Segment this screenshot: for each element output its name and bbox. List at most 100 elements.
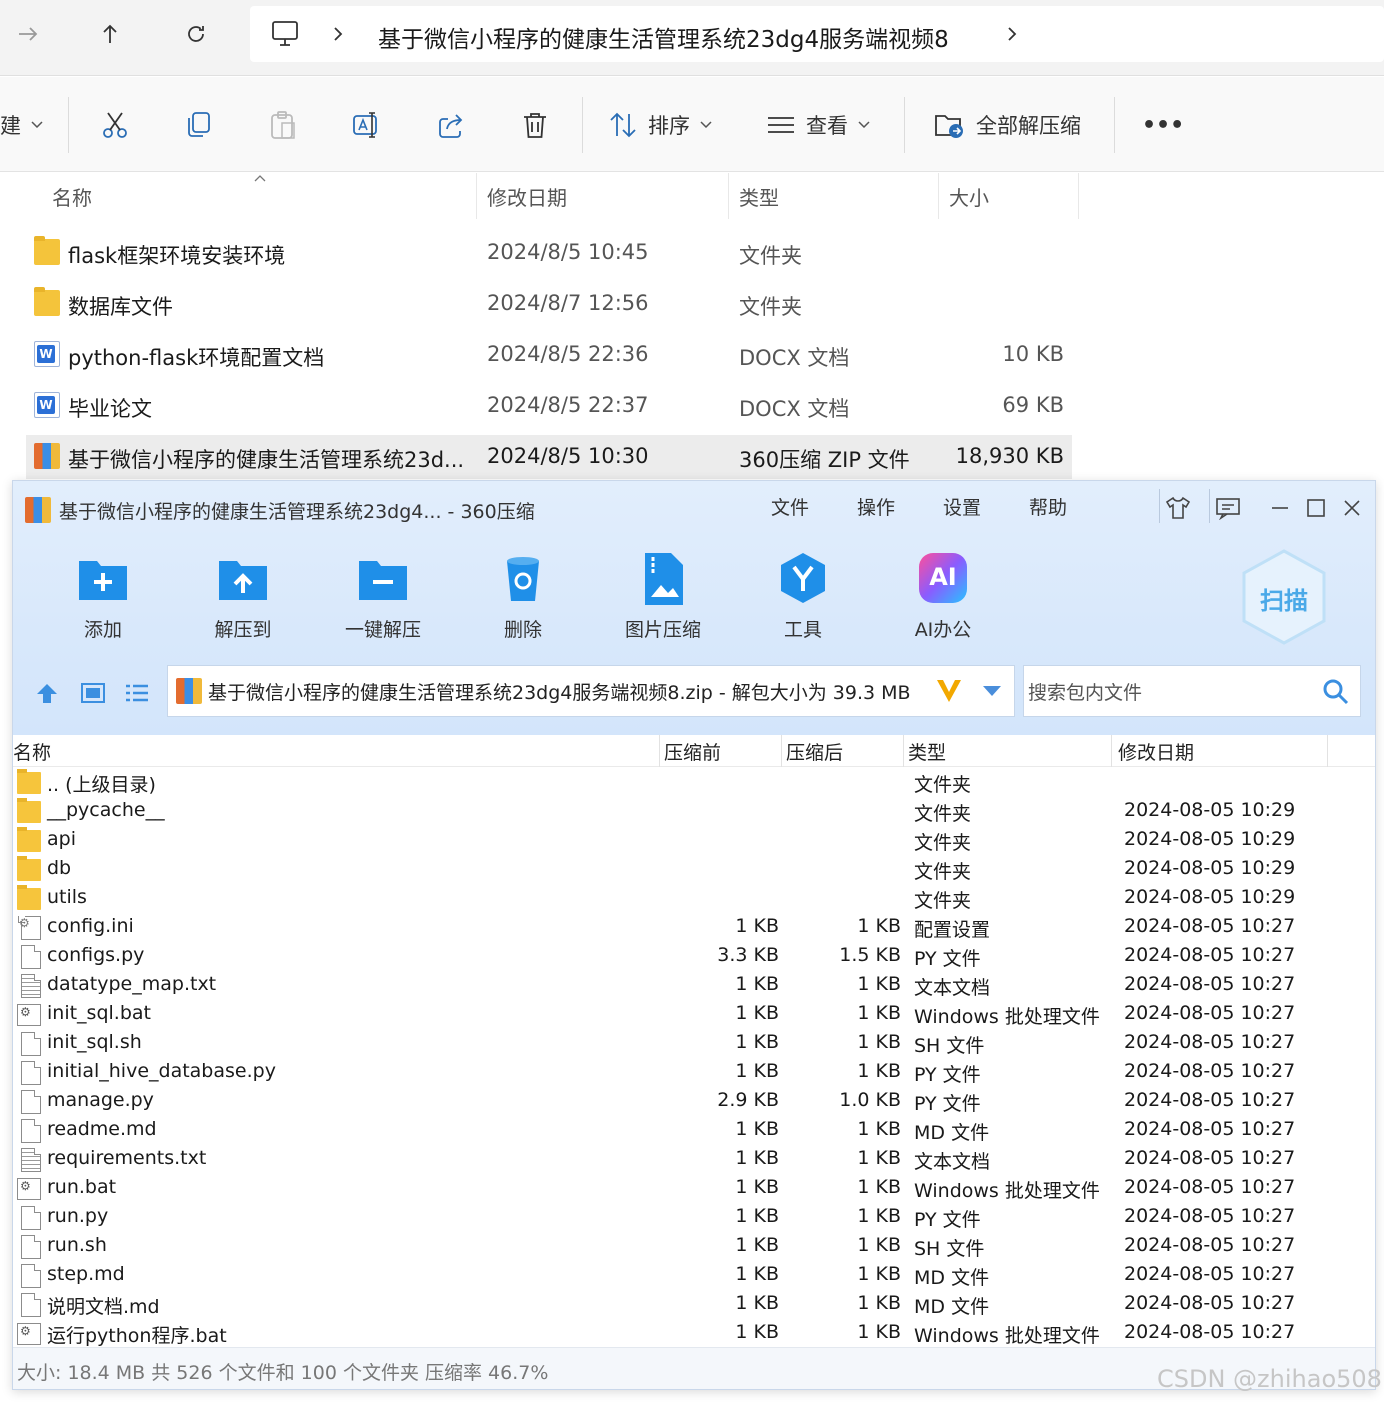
cut-button[interactable] xyxy=(100,103,130,147)
image-compress-tool-button[interactable]: 图片压缩 xyxy=(603,551,723,642)
tools-tool-button[interactable]: 工具 xyxy=(743,551,863,642)
arrow-up-icon xyxy=(37,684,57,703)
extract-all-button[interactable]: 全部解压缩 xyxy=(934,103,1081,147)
menu-help[interactable]: 帮助 xyxy=(1029,493,1067,520)
v-logo-icon[interactable] xyxy=(934,676,964,706)
column-divider[interactable] xyxy=(903,735,904,767)
feedback-button[interactable] xyxy=(1211,491,1245,525)
column-header-size[interactable]: 大小 xyxy=(949,173,1079,219)
archive-file-row[interactable]: step.md 1 KB 1 KB MD 文件 2024-08-05 10:27 xyxy=(13,1262,1375,1291)
forward-button[interactable] xyxy=(8,14,48,54)
ai-office-tool-button[interactable]: AI AI办公 xyxy=(883,551,1003,642)
archive-file-row[interactable]: datatype_map.txt 1 KB 1 KB 文本文档 2024-08-05 1… xyxy=(13,972,1375,1001)
column-header-type[interactable]: 类型 xyxy=(739,173,939,219)
column-divider[interactable] xyxy=(476,173,477,219)
archive-file-date: 2024-08-05 10:27 xyxy=(1124,944,1296,966)
rename-button[interactable] xyxy=(352,103,382,147)
new-button[interactable]: 建 xyxy=(0,103,43,147)
archive-file-row[interactable]: __pycache__ 文件夹 2024-08-05 10:29 xyxy=(13,798,1375,827)
search-icon[interactable] xyxy=(1322,678,1350,706)
delete-tool-button[interactable]: 删除 xyxy=(463,551,583,642)
column-divider[interactable] xyxy=(938,173,939,219)
archive-file-name: __pycache__ xyxy=(47,799,165,821)
column-divider[interactable] xyxy=(728,173,729,219)
scan-button[interactable]: 扫描 xyxy=(1241,549,1327,645)
copy-button[interactable] xyxy=(184,103,214,147)
sort-button[interactable]: 排序 xyxy=(608,103,712,147)
archive-file-row[interactable]: readme.md 1 KB 1 KB MD 文件 2024-08-05 10:27 xyxy=(13,1117,1375,1146)
file-row[interactable]: 数据库文件 2024/8/7 12:56 文件夹 xyxy=(26,282,1072,326)
archive-file-row[interactable]: db 文件夹 2024-08-05 10:29 xyxy=(13,856,1375,885)
archive-file-row[interactable]: api 文件夹 2024-08-05 10:29 xyxy=(13,827,1375,856)
archive-file-row[interactable]: manage.py 2.9 KB 1.0 KB PY 文件 2024-08-05 10:… xyxy=(13,1088,1375,1117)
thumbnail-view-button[interactable] xyxy=(77,677,109,709)
archive-file-row[interactable]: run.sh 1 KB 1 KB SH 文件 2024-08-05 10:27 xyxy=(13,1233,1375,1262)
delete-button[interactable] xyxy=(520,103,550,147)
file-row[interactable]: python-flask环境配置文档 2024/8/5 22:36 DOCX 文档 1… xyxy=(26,333,1072,377)
one-click-extract-tool-button[interactable]: 一键解压 xyxy=(323,551,443,642)
add-tool-button[interactable]: 添加 xyxy=(43,551,163,642)
archive-size-before: 1 KB xyxy=(735,1118,779,1140)
archive-path-box[interactable]: 基于微信小程序的健康生活管理系统23dg4服务端视频8.zip - 解包大小为 … xyxy=(167,665,1015,717)
archive-file-date: 2024-08-05 10:27 xyxy=(1124,1089,1296,1111)
archive-file-name: datatype_map.txt xyxy=(47,973,217,995)
refresh-button[interactable] xyxy=(176,14,216,54)
zip-icon xyxy=(34,443,60,469)
skin-button[interactable] xyxy=(1161,491,1195,525)
archive-size-before: 1 KB xyxy=(735,1205,779,1227)
explorer-file-list: 名称 修改日期 类型 大小 flask框架环境安装环境 2024/8/5 10:4… xyxy=(0,173,1384,483)
column-header-type[interactable]: 类型 xyxy=(908,738,946,765)
archive-file-row[interactable]: init_sql.bat 1 KB 1 KB Windows 批处理文件 2024-08… xyxy=(13,1001,1375,1030)
archive-file-row[interactable]: 运行python程序.bat 1 KB 1 KB Windows 批处理文件 2024-… xyxy=(13,1320,1375,1349)
list-view-button[interactable] xyxy=(121,677,153,709)
archive-file-row[interactable]: config.ini 1 KB 1 KB 配置设置 2024-08-05 10:27 xyxy=(13,914,1375,943)
file-row[interactable]: flask框架环境安装环境 2024/8/5 10:45 文件夹 xyxy=(26,231,1072,275)
up-button[interactable] xyxy=(90,14,130,54)
archive-file-row[interactable]: run.bat 1 KB 1 KB Windows 批处理文件 2024-08-05 1… xyxy=(13,1175,1375,1204)
archive-file-row[interactable]: configs.py 3.3 KB 1.5 KB PY 文件 2024-08-05 10… xyxy=(13,943,1375,972)
column-divider[interactable] xyxy=(1111,735,1112,767)
column-divider[interactable] xyxy=(1327,735,1328,767)
column-header-before[interactable]: 压缩前 xyxy=(664,738,721,765)
search-input[interactable]: 搜索包内文件 xyxy=(1023,665,1361,717)
close-button[interactable] xyxy=(1335,491,1369,525)
column-header-date[interactable]: 修改日期 xyxy=(487,173,727,219)
archive-file-row[interactable]: 说明文档.md 1 KB 1 KB MD 文件 2024-08-05 10:27 xyxy=(13,1291,1375,1320)
archive-size-after: 1 KB xyxy=(857,1031,901,1053)
column-divider[interactable] xyxy=(1078,173,1079,219)
zip360-header: 基于微信小程序的健康生活管理系统23dg4... - 360压缩 文件 操作 设… xyxy=(13,481,1375,735)
view-button[interactable]: 查看 xyxy=(766,103,870,147)
archive-file-type: 文件夹 xyxy=(914,774,972,796)
column-header-date[interactable]: 修改日期 xyxy=(1118,738,1194,765)
dropdown-arrow-icon[interactable] xyxy=(982,684,1002,698)
more-button[interactable]: ••• xyxy=(1142,103,1184,147)
up-level-button[interactable] xyxy=(31,677,63,709)
archive-file-row[interactable]: initial_hive_database.py 1 KB 1 KB PY 文件 202… xyxy=(13,1059,1375,1088)
extract-to-tool-button[interactable]: 解压到 xyxy=(183,551,303,642)
column-divider[interactable] xyxy=(781,735,782,767)
archive-file-row[interactable]: init_sql.sh 1 KB 1 KB SH 文件 2024-08-05 10:27 xyxy=(13,1030,1375,1059)
address-path[interactable]: 基于微信小程序的健康生活管理系统23dg4服务端视频8 xyxy=(378,20,949,54)
archive-file-row[interactable]: requirements.txt 1 KB 1 KB 文本文档 2024-08-05 1… xyxy=(13,1146,1375,1175)
archive-size-before: 1 KB xyxy=(735,915,779,937)
menu-settings[interactable]: 设置 xyxy=(943,493,981,520)
file-type: 文件夹 xyxy=(739,295,802,319)
minimize-button[interactable] xyxy=(1263,491,1297,525)
maximize-button[interactable] xyxy=(1299,491,1333,525)
column-header-name[interactable]: 名称 xyxy=(13,738,51,765)
archive-file-row[interactable]: run.py 1 KB 1 KB PY 文件 2024-08-05 10:27 xyxy=(13,1204,1375,1233)
file-row[interactable]: 毕业论文 2024/8/5 22:37 DOCX 文档 69 KB xyxy=(26,384,1072,428)
menu-file[interactable]: 文件 xyxy=(771,493,809,520)
archive-file-row[interactable]: .. (上级目录) 文件夹 xyxy=(13,769,1375,798)
column-divider[interactable] xyxy=(659,735,660,767)
archive-size-after: 1 KB xyxy=(857,1176,901,1198)
archive-file-date: 2024-08-05 10:29 xyxy=(1124,799,1296,821)
address-box[interactable]: 基于微信小程序的健康生活管理系统23dg4服务端视频8 xyxy=(250,6,1384,62)
paste-button[interactable] xyxy=(268,103,298,147)
archive-file-row[interactable]: utils 文件夹 2024-08-05 10:29 xyxy=(13,885,1375,914)
menu-operation[interactable]: 操作 xyxy=(857,493,895,520)
chevron-right-icon[interactable] xyxy=(1006,26,1018,42)
column-header-after[interactable]: 压缩后 xyxy=(786,738,843,765)
file-row[interactable]: 基于微信小程序的健康生活管理系统23d... 2024/8/5 10:30 360压… xyxy=(26,435,1072,479)
share-button[interactable] xyxy=(436,103,466,147)
